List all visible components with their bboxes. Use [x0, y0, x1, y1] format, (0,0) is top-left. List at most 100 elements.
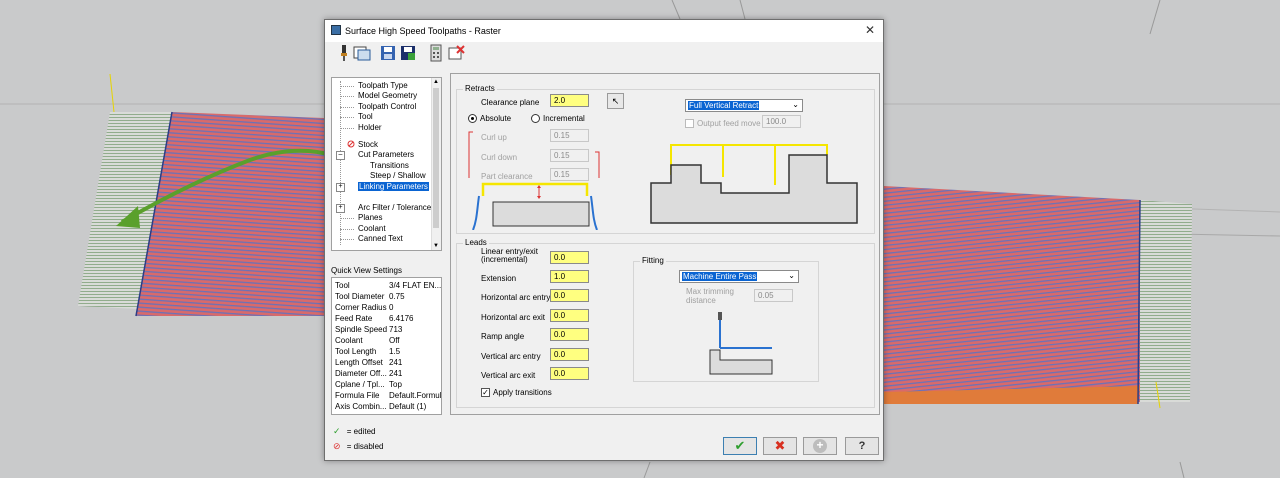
fitting-mode-select[interactable]: Machine Entire Pass ⌄	[679, 270, 799, 283]
chevron-down-icon: ⌄	[792, 100, 799, 109]
extension-input[interactable]: 1.0	[550, 270, 589, 283]
vertical-arc-exit-label: Vertical arc exit	[481, 371, 536, 380]
horizontal-arc-entry-input[interactable]: 0.0	[550, 289, 589, 302]
linear-entry-label: Linear entry/exit (incremental)	[481, 247, 538, 264]
check-icon: ✓	[333, 426, 341, 436]
ok-button[interactable]: ✔	[723, 437, 757, 455]
vertical-arc-exit-input[interactable]: 0.0	[550, 367, 589, 380]
help-button[interactable]: ?	[845, 437, 879, 455]
tree-item-planes[interactable]: Planes	[358, 213, 382, 222]
expand-icon[interactable]: +	[336, 183, 345, 192]
cancel-icon: ✖	[774, 438, 786, 453]
legend-disabled: ⊘ = disabled	[333, 441, 384, 451]
qvs-row: Axis Combin... Default (1)	[335, 402, 427, 411]
fitting-diagram	[709, 312, 773, 375]
retracts-title: Retracts	[463, 84, 497, 93]
incremental-radio[interactable]	[531, 114, 540, 123]
title-bar: Surface High Speed Toolpaths - Raster ✕	[325, 20, 883, 42]
qvs-row: Tool 3/4 FLAT EN...	[335, 281, 442, 290]
incremental-label: Incremental	[543, 114, 585, 123]
cancel-button[interactable]: ✖	[763, 437, 797, 455]
max-trim-label: Max trimming distance	[686, 287, 735, 305]
qvs-row: Corner Radius 0	[335, 303, 394, 312]
tree-item-linking-parameters[interactable]: Linking Parameters	[358, 182, 429, 191]
calculator-icon[interactable]	[427, 44, 445, 62]
tree-item-cut-parameters[interactable]: Cut Parameters	[358, 150, 414, 159]
tree-item-tool[interactable]: Tool	[358, 112, 373, 121]
qvs-row: Spindle Speed 713	[335, 325, 403, 334]
collapse-icon[interactable]: –	[336, 151, 345, 160]
tree-item-stock[interactable]: Stock	[358, 140, 378, 149]
horizontal-arc-entry-label: Horizontal arc entry	[481, 293, 551, 302]
qvs-row: Diameter Off... 241	[335, 369, 403, 378]
window-title: Surface High Speed Toolpaths - Raster	[345, 26, 501, 36]
add-button[interactable]: +	[803, 437, 837, 455]
help-icon: ?	[858, 440, 866, 452]
tool-icon[interactable]	[335, 44, 353, 62]
qvs-row: Tool Length 1.5	[335, 347, 401, 356]
vertical-arc-entry-label: Vertical arc entry	[481, 352, 541, 361]
quick-view-settings: Tool 3/4 FLAT EN... Tool Diameter 0.75 Cor…	[331, 277, 442, 415]
tree-item-transitions[interactable]: Transitions	[370, 161, 409, 170]
output-feed-checkbox[interactable]	[685, 119, 694, 128]
absolute-radio[interactable]	[468, 114, 477, 123]
qvs-row: Length Offset 241	[335, 358, 403, 367]
tree-item-coolant[interactable]: Coolant	[358, 224, 386, 233]
linear-entry-input[interactable]: 0.0	[550, 251, 589, 264]
close-icon[interactable]: ✕	[865, 23, 875, 37]
parameter-tree[interactable]: Toolpath Type Model Geometry Toolpath Co…	[331, 77, 442, 251]
check-icon: ✔	[734, 438, 746, 453]
apply-transitions-checkbox[interactable]: ✓	[481, 388, 490, 397]
disabled-icon: ⊘	[333, 441, 341, 451]
scroll-up-icon[interactable]: ▲	[433, 79, 439, 85]
horizontal-arc-exit-input[interactable]: 0.0	[550, 309, 589, 322]
leads-group: Leads Linear entry/exit (incremental) 0.…	[456, 238, 875, 408]
qvs-row: Formula File Default.Formula	[335, 391, 442, 400]
app-icon	[331, 25, 341, 35]
tree-item-toolpath-control[interactable]: Toolpath Control	[358, 102, 416, 111]
save-icon[interactable]	[379, 44, 397, 62]
qvs-row: Tool Diameter 0.75	[335, 292, 405, 301]
qvs-row: Feed Rate 6.4176	[335, 314, 414, 323]
vertical-arc-entry-input[interactable]: 0.0	[550, 348, 589, 361]
tree-item-holder[interactable]: Holder	[358, 123, 382, 132]
add-icon: +	[813, 439, 827, 453]
surface-hst-dialog: Surface High Speed Toolpaths - Raster ✕ …	[324, 19, 884, 461]
fitting-title: Fitting	[640, 256, 666, 265]
tree-item-canned-text[interactable]: Canned Text	[358, 234, 403, 243]
expand-icon[interactable]: +	[336, 204, 345, 213]
cursor-icon: ↖	[611, 96, 620, 106]
horizontal-arc-exit-label: Horizontal arc exit	[481, 313, 546, 322]
scroll-down-icon[interactable]: ▼	[433, 243, 439, 249]
tree-item-toolpath-type[interactable]: Toolpath Type	[358, 81, 408, 90]
ramp-angle-input[interactable]: 0.0	[550, 328, 589, 341]
legend-edited: ✓ = edited	[333, 426, 376, 436]
clearance-plane-input[interactable]: 2.0	[550, 94, 589, 107]
select-point-button[interactable]: ↖	[607, 93, 624, 109]
extension-label: Extension	[481, 274, 517, 283]
delete-icon[interactable]	[447, 44, 465, 62]
retract-diagram	[650, 144, 858, 224]
tree-item-arc-filter[interactable]: Arc Filter / Tolerance	[358, 203, 431, 212]
retract-type-select[interactable]: Full Vertical Retract ⌄	[685, 99, 803, 112]
output-feed-input[interactable]: 100.0	[762, 115, 801, 128]
disabled-icon	[347, 140, 355, 148]
clearance-plane-label: Clearance plane	[481, 98, 540, 107]
qvs-row: Coolant Off	[335, 336, 400, 345]
apply-transitions-label: Apply transitions	[493, 388, 552, 397]
tree-scrollbar[interactable]: ▲ ▼	[431, 78, 441, 250]
max-trim-input[interactable]: 0.05	[754, 289, 793, 302]
absolute-label: Absolute	[480, 114, 512, 123]
chevron-down-icon: ⌄	[788, 271, 795, 280]
retracts-group: Retracts Clearance plane 2.0 ↖ Absolute …	[456, 84, 875, 234]
tree-item-model-geometry[interactable]: Model Geometry	[358, 91, 417, 100]
tree-item-steep-shallow[interactable]: Steep / Shallow	[370, 171, 426, 180]
ramp-angle-label: Ramp angle	[481, 332, 525, 341]
save-as-icon[interactable]	[399, 44, 417, 62]
quick-view-title: Quick View Settings	[331, 266, 402, 275]
view-icon[interactable]	[353, 44, 371, 62]
qvs-row: Cplane / Tpl... Top	[335, 380, 402, 389]
linking-parameters-page: Retracts Clearance plane 2.0 ↖ Absolute …	[450, 73, 880, 415]
fitting-group: Fitting Machine Entire Pass ⌄ Max trimmi…	[633, 256, 819, 382]
curl-diagram	[468, 131, 600, 230]
